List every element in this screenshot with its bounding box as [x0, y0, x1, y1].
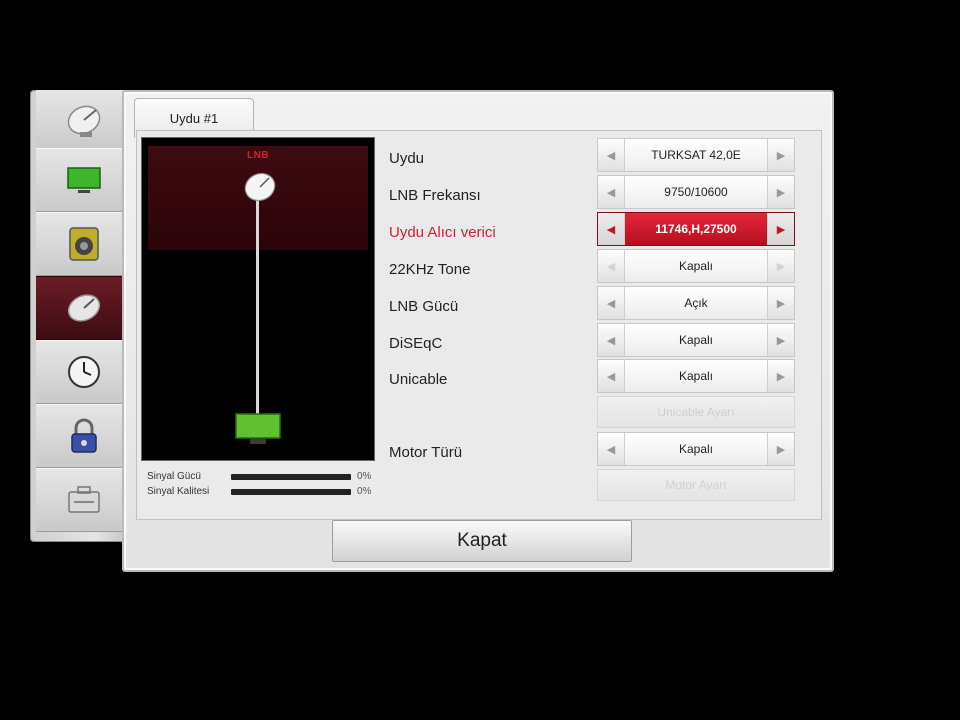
label-unicable: Unicable — [389, 371, 448, 388]
unicable-selector[interactable]: ◀ Kapalı ▶ — [597, 359, 795, 393]
arrow-right-icon[interactable]: ▶ — [768, 250, 794, 282]
arrow-left-icon[interactable]: ◀ — [598, 360, 624, 392]
satellite-dish-icon — [67, 105, 101, 137]
arrow-right-icon[interactable]: ▶ — [768, 176, 794, 208]
meter-label: Sinyal Kalitesi — [147, 486, 210, 497]
side-item-audio[interactable] — [36, 212, 132, 276]
signal-mast — [256, 194, 259, 416]
arrow-left-icon[interactable]: ◀ — [598, 324, 624, 356]
label-satellite: Uydu — [389, 150, 425, 167]
22khz-tone-selector[interactable]: ◀ Kapalı ▶ — [597, 249, 795, 283]
satellite-selector[interactable]: ◀ TURKSAT 42,0E ▶ — [597, 138, 795, 172]
22khz-tone-value: Kapalı — [624, 250, 768, 282]
lnb-power-value: Açık — [624, 287, 768, 319]
side-item-time[interactable] — [36, 340, 132, 404]
meter-label: Sinyal Gücü — [147, 471, 201, 482]
motor-type-value: Kapalı — [624, 433, 768, 465]
signal-quality-bar — [231, 488, 351, 495]
label-lnb-frequency: LNB Frekansı — [389, 187, 481, 204]
motor-type-selector[interactable]: ◀ Kapalı ▶ — [597, 432, 795, 466]
label-motor-type: Motor Türü — [389, 444, 463, 461]
arrow-right-icon[interactable]: ▶ — [768, 287, 794, 319]
arrow-left-icon[interactable]: ◀ — [598, 287, 624, 319]
meter-value: 0% — [357, 486, 372, 497]
signal-strength-row: Sinyal Gücü 0% — [147, 469, 387, 484]
transponder-selector[interactable]: ◀ 11746,H,27500 ▶ — [597, 212, 795, 246]
tv-screen-icon — [67, 167, 101, 193]
diseqc-value: Kapalı — [624, 324, 768, 356]
transponder-value: 11746,H,27500 — [624, 213, 768, 245]
lnb-preview: LNB — [141, 137, 375, 461]
unicable-value: Kapalı — [624, 360, 768, 392]
satellite-value: TURKSAT 42,0E — [624, 139, 768, 171]
side-item-lock[interactable] — [36, 404, 132, 468]
speaker-icon — [69, 227, 99, 261]
side-item-channels[interactable] — [36, 276, 132, 340]
motor-settings-button[interactable]: Motor Ayarı — [597, 469, 795, 501]
satellite-dish-icon — [67, 294, 101, 322]
arrow-left-icon[interactable]: ◀ — [598, 250, 624, 282]
label-lnb-power: LNB Gücü — [389, 298, 459, 315]
label-22khz-tone: 22KHz Tone — [389, 261, 471, 278]
lnb-label: LNB — [246, 150, 270, 161]
label-transponder: Uydu Alıcı verici — [389, 224, 496, 241]
arrow-right-icon[interactable]: ▶ — [768, 213, 794, 245]
lnb-frequency-value: 9750/10600 — [624, 176, 768, 208]
tv-receiver-icon — [235, 413, 281, 444]
arrow-left-icon[interactable]: ◀ — [598, 139, 624, 171]
settings-panel: LNB Sinyal Gücü 0% Sinyal Kalitesi 0% Uy… — [136, 130, 822, 520]
tab-label: Uydu #1 — [169, 111, 219, 126]
arrow-left-icon[interactable]: ◀ — [598, 176, 624, 208]
signal-strength-bar — [231, 473, 351, 480]
side-item-picture[interactable] — [36, 148, 132, 212]
satellite-setup-dialog: Uydu #1 LNB Sinyal Gücü 0% Sinyal Kalite… — [122, 90, 834, 572]
clock-icon — [68, 356, 100, 388]
side-item-option[interactable] — [36, 468, 132, 532]
signal-meters: Sinyal Gücü 0% Sinyal Kalitesi 0% — [147, 469, 387, 499]
arrow-right-icon[interactable]: ▶ — [768, 433, 794, 465]
arrow-right-icon[interactable]: ▶ — [768, 324, 794, 356]
padlock-icon — [71, 418, 97, 453]
signal-quality-row: Sinyal Kalitesi 0% — [147, 484, 387, 499]
arrow-right-icon[interactable]: ▶ — [768, 360, 794, 392]
side-item-satellite-top[interactable] — [36, 90, 132, 152]
diseqc-selector[interactable]: ◀ Kapalı ▶ — [597, 323, 795, 357]
lnb-frequency-selector[interactable]: ◀ 9750/10600 ▶ — [597, 175, 795, 209]
unicable-settings-button[interactable]: Unicable Ayarı — [597, 396, 795, 428]
lnb-power-selector[interactable]: ◀ Açık ▶ — [597, 286, 795, 320]
arrow-left-icon[interactable]: ◀ — [598, 433, 624, 465]
label-diseqc: DiSEqC — [389, 335, 443, 352]
close-button[interactable]: Kapat — [332, 520, 632, 562]
meter-value: 0% — [357, 471, 372, 482]
arrow-left-icon[interactable]: ◀ — [598, 213, 624, 245]
satellite-dish-icon — [244, 173, 276, 201]
arrow-right-icon[interactable]: ▶ — [768, 139, 794, 171]
toolbox-icon — [68, 486, 100, 513]
